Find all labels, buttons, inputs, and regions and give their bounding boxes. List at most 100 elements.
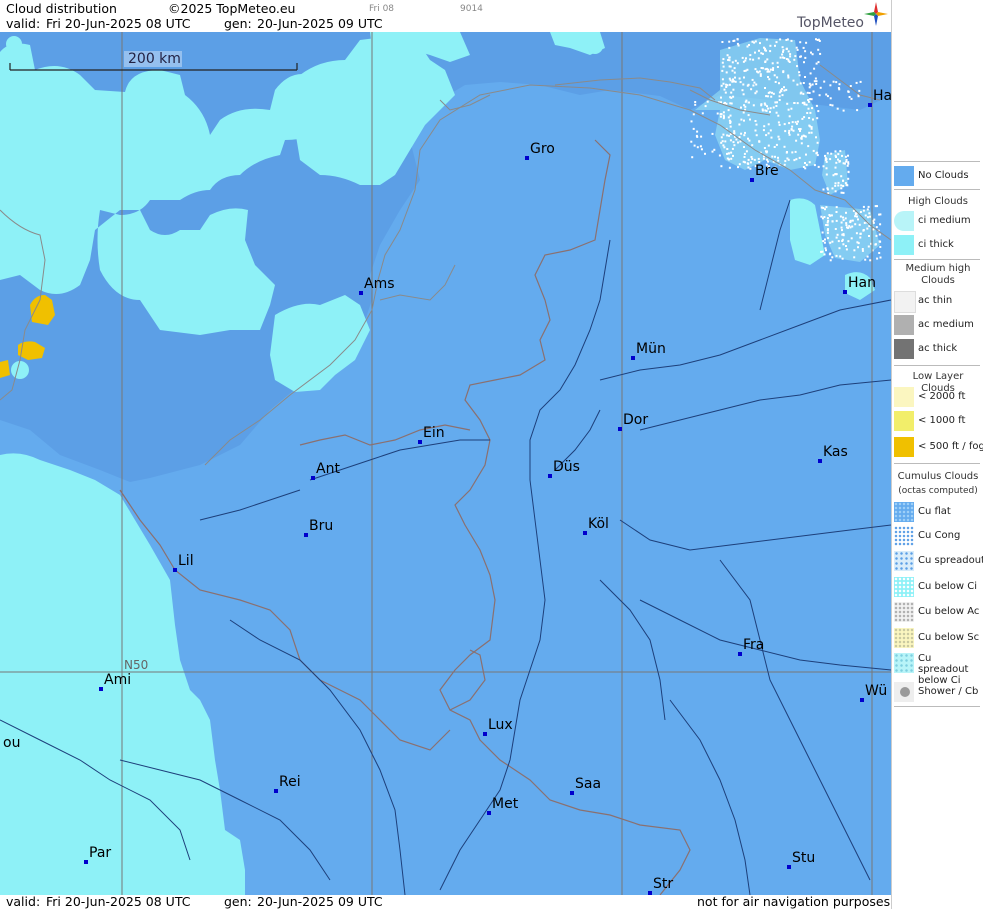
cu-speckle (834, 154, 837, 157)
brand-name: TopMeteo (797, 15, 864, 31)
cu-speckle (842, 219, 845, 222)
cu-speckle (690, 120, 693, 123)
cu-speckle (754, 68, 757, 71)
cu-speckle (782, 50, 784, 53)
cu-speckle (787, 50, 790, 53)
city-label: Ami (104, 672, 132, 688)
cu-speckle (857, 242, 860, 245)
cu-speckle (808, 131, 811, 134)
cu-speckle (722, 111, 725, 114)
cu-speckle (743, 156, 746, 158)
cu-speckle (772, 92, 775, 95)
cu-speckle (837, 184, 840, 187)
city-label: Met (492, 796, 519, 812)
cu-speckle (732, 154, 734, 157)
cu-speckle (767, 132, 770, 135)
cu-speckle (797, 133, 800, 136)
cu-speckle (835, 81, 838, 84)
cu-speckle (868, 235, 870, 237)
cu-speckle (787, 76, 790, 79)
cu-speckle (876, 257, 879, 260)
cu-speckle (837, 158, 839, 161)
legend-ci-medium: ci medium (892, 210, 983, 232)
footer-gen-time: 20-Jun-2025 09 UTC (257, 894, 383, 909)
cu-speckle (794, 150, 797, 153)
cu-speckle (836, 107, 839, 110)
cu-speckle (728, 166, 731, 169)
cu-speckle (811, 53, 814, 56)
legend-label: ac thin (918, 295, 953, 306)
cu-speckle (826, 217, 829, 220)
cu-speckle (836, 233, 839, 236)
cu-speckle (704, 105, 707, 108)
city-dot (787, 865, 791, 869)
cu-speckle (854, 223, 857, 226)
cu-speckle (878, 233, 881, 236)
cu-speckle (831, 220, 834, 223)
cu-speckle (719, 113, 722, 116)
legend-shower: Shower / Cb (892, 681, 983, 703)
cu-speckle (811, 107, 813, 110)
legend-cu-sub: (octas computed) (898, 486, 978, 496)
cu-speckle (796, 102, 799, 105)
cu-speckle (734, 59, 737, 62)
cu-speckle (786, 102, 789, 105)
cu-speckle (792, 129, 795, 132)
cu-speckle (728, 119, 731, 122)
cu-speckle (838, 247, 841, 250)
legend-label: Cu below Ac (918, 606, 980, 617)
map-title: Cloud distribution (6, 1, 117, 16)
cu-speckle (834, 182, 837, 185)
cloud-map[interactable]: 200 km N50 Gro Bre Ha Ams Han Mün Dor Ein Ant Düs… (0, 32, 891, 895)
cu-speckle (809, 84, 812, 87)
cu-speckle (815, 152, 818, 155)
cu-speckle (815, 136, 817, 139)
cu-speckle (728, 83, 731, 86)
cu-speckle (872, 228, 875, 231)
cu-speckle (690, 140, 693, 143)
cu-speckle (726, 134, 729, 137)
legend-label: ci thick (918, 239, 954, 250)
cu-speckle (718, 154, 721, 157)
cu-speckle (817, 61, 820, 64)
cu-speckle (840, 184, 843, 187)
cu-speckle (821, 231, 824, 234)
valid-label: valid: (6, 16, 41, 31)
cu-speckle (866, 227, 869, 230)
cu-speckle (793, 159, 796, 162)
cu-speckle (767, 76, 769, 78)
cu-speckle (841, 238, 844, 241)
city-label: Stu (792, 850, 816, 866)
cu-speckle (799, 92, 802, 95)
cu-speckle (700, 148, 703, 151)
city-dot (99, 687, 103, 691)
cu-speckle (802, 82, 805, 84)
cu-speckle (794, 121, 797, 124)
cu-speckle (816, 141, 819, 144)
cu-speckle (771, 91, 773, 94)
ac-thick-swatch (894, 339, 914, 359)
legend-cu-spreadout: Cu spreadout (892, 550, 983, 572)
cu-speckle (844, 217, 847, 220)
cu-speckle (834, 166, 837, 169)
cu-speckle (751, 144, 754, 147)
ci-thick-swatch (894, 235, 914, 255)
cu-speckle (776, 61, 779, 64)
cu-speckle (738, 163, 741, 166)
cu-speckle (826, 231, 829, 234)
city-dot (618, 427, 622, 431)
cu-speckle (742, 111, 745, 114)
cu-speckle (861, 249, 864, 252)
cu-speckle (840, 221, 843, 224)
cu-speckle (711, 132, 714, 135)
cu-speckle (845, 224, 848, 227)
cu-speckle (810, 98, 813, 101)
cu-speckle (757, 57, 760, 60)
cu-speckle (810, 127, 813, 130)
cu-speckle (799, 82, 802, 85)
cu-speckle (743, 70, 746, 72)
cu-speckle (844, 182, 847, 185)
cu-speckle (769, 50, 772, 53)
cu-below-sc-swatch (894, 628, 914, 648)
cu-speckle (700, 135, 703, 138)
